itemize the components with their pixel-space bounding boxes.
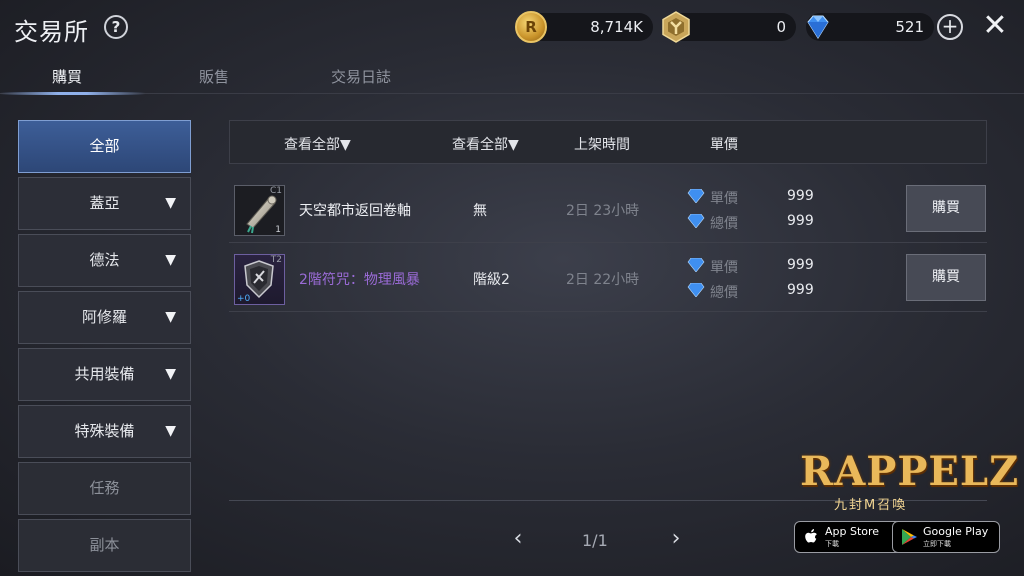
expand-arrow-icon: ▼ <box>165 195 176 211</box>
item-listed-time: 2日 22小時 <box>566 272 640 288</box>
unit-price-value: 999 <box>787 188 814 204</box>
app-store-badge[interactable]: App Store 下載 <box>794 521 902 553</box>
page-title: 交易所 <box>14 18 89 46</box>
help-button[interactable]: ? <box>104 15 128 39</box>
item-grade: 階級2 <box>473 272 510 288</box>
page-indicator: 1/1 <box>582 531 608 550</box>
sidebar-item-special-equipment[interactable]: 特殊裝備 ▼ <box>18 405 191 458</box>
logo-title: RAPPELZ <box>800 448 1020 495</box>
item-enhance-label: +0 <box>237 294 251 304</box>
currency-diamond: 521 <box>806 13 934 41</box>
chevron-right-icon[interactable]: › <box>665 526 687 552</box>
column-listed-time: 上架時間 <box>574 137 630 153</box>
filter-dropdown-1[interactable]: 查看全部▼ <box>284 134 351 154</box>
game-logo: RAPPELZ 九封M召喚 <box>796 448 1018 513</box>
logo-subtitle: 九封M召喚 <box>834 498 908 513</box>
add-diamond-button[interactable]: + <box>937 14 963 40</box>
tab-buy[interactable]: 購買 <box>52 66 82 87</box>
total-price-value: 999 <box>787 213 814 229</box>
item-listed-time: 2日 23小時 <box>566 203 640 219</box>
sidebar-item-label: 副本 <box>89 536 120 554</box>
currency-value: 521 <box>895 18 924 36</box>
sidebar-item-dungeon[interactable]: 副本 <box>18 519 191 572</box>
table-header: 查看全部▼ 查看全部▼ 上架時間 單價 <box>229 120 987 164</box>
column-unit-price: 單價 <box>710 137 738 153</box>
item-tier-label: C1 <box>269 186 282 196</box>
diamond-icon <box>687 283 705 297</box>
diamond-icon <box>807 15 829 39</box>
r-coin-icon: R <box>515 11 547 43</box>
sidebar-item-label: 特殊裝備 <box>74 422 135 440</box>
expand-arrow-icon: ▼ <box>165 252 176 268</box>
sidebar-item-asura[interactable]: 阿修羅 ▼ <box>18 291 191 344</box>
tab-trade-log[interactable]: 交易日誌 <box>331 66 391 87</box>
category-sidebar: 全部 蓋亞 ▼ 德法 ▼ 阿修羅 ▼ 共用裝備 ▼ 特殊裝備 ▼ 任務 副本 <box>18 120 191 576</box>
unit-price-value: 999 <box>787 257 814 273</box>
active-tab-indicator <box>0 92 145 95</box>
sidebar-item-gaia[interactable]: 蓋亞 ▼ <box>18 177 191 230</box>
app-store-sublabel: 下載 <box>825 540 839 548</box>
sidebar-item-common-equipment[interactable]: 共用裝備 ▼ <box>18 348 191 401</box>
diamond-icon <box>687 258 705 272</box>
sidebar-item-label: 蓋亞 <box>89 194 120 212</box>
sidebar-item-quest[interactable]: 任務 <box>18 462 191 515</box>
filter-dropdown-2[interactable]: 查看全部▼ <box>452 134 519 154</box>
buy-button[interactable]: 購買 <box>906 185 986 232</box>
chevron-left-icon[interactable]: ‹ <box>507 526 529 552</box>
close-icon[interactable]: ✕ <box>980 10 1010 44</box>
item-grade: 無 <box>473 203 487 219</box>
tab-bar: 購買 販售 交易日誌 <box>0 58 1024 95</box>
item-count-label: 1 <box>275 225 281 235</box>
sidebar-item-label: 共用裝備 <box>74 365 135 383</box>
sidebar-item-label: 全部 <box>89 137 120 155</box>
currency-hex-badge: 0 <box>662 11 796 43</box>
sidebar-item-label: 任務 <box>89 479 120 497</box>
app-store-label: App Store <box>825 525 880 538</box>
google-play-icon <box>902 529 917 545</box>
expand-arrow-icon: ▼ <box>165 309 176 325</box>
sidebar-item-label: 阿修羅 <box>81 308 127 326</box>
unit-price-label: 單價 <box>710 191 738 207</box>
expand-arrow-icon: ▼ <box>165 423 176 439</box>
google-play-sublabel: 立即下載 <box>923 540 951 548</box>
item-icon: C1 1 <box>234 185 285 236</box>
tab-sell[interactable]: 販售 <box>199 66 229 87</box>
item-tier-label: T2 <box>270 255 282 265</box>
sidebar-item-all[interactable]: 全部 <box>18 120 191 173</box>
currency-value: 0 <box>776 18 786 36</box>
total-price-label: 總價 <box>710 285 738 301</box>
item-icon: T2 +0 <box>234 254 285 305</box>
total-price-label: 總價 <box>710 216 738 232</box>
google-play-badge[interactable]: Google Play 立即下載 <box>892 521 1000 553</box>
expand-arrow-icon: ▼ <box>165 366 176 382</box>
apple-icon <box>805 529 817 543</box>
sidebar-item-deva[interactable]: 德法 ▼ <box>18 234 191 287</box>
buy-button[interactable]: 購買 <box>906 254 986 301</box>
google-play-label: Google Play <box>923 525 989 538</box>
sidebar-item-label: 德法 <box>89 251 120 269</box>
item-name: 天空都市返回卷軸 <box>299 203 411 219</box>
diamond-icon <box>687 214 705 228</box>
total-price-value: 999 <box>787 282 814 298</box>
item-name: 2階符咒：物理風暴 <box>299 272 420 288</box>
table-row[interactable]: T2 +0 2階符咒：物理風暴 階級2 2日 22小時 單價 999 總價 99… <box>229 246 987 312</box>
unit-price-label: 單價 <box>710 260 738 276</box>
hex-badge-icon <box>662 11 690 43</box>
currency-value: 8,714K <box>590 18 643 36</box>
top-bar: 交易所 ? R 8,714K 0 521 + ✕ <box>0 0 1024 56</box>
currency-r-coin: R 8,714K <box>515 11 653 43</box>
table-row[interactable]: C1 1 天空都市返回卷軸 無 2日 23小時 單價 999 總價 999 購買 <box>229 177 987 243</box>
diamond-icon <box>687 189 705 203</box>
